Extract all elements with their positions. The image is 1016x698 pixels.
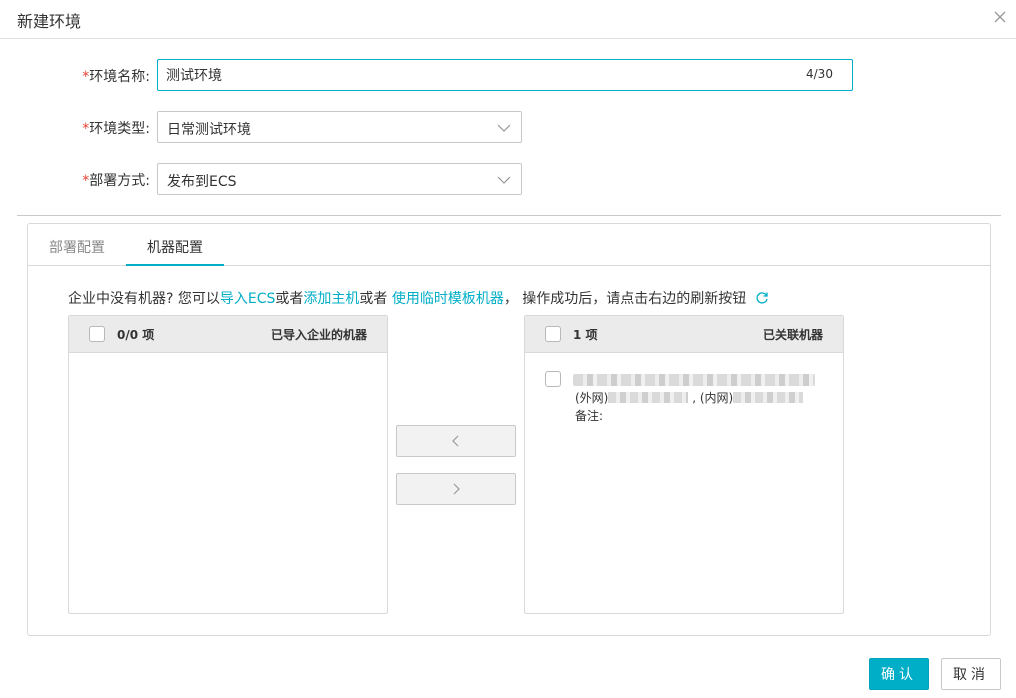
dialog-title: 新建环境 — [17, 12, 82, 31]
env-type-label-text: 环境类型: — [89, 121, 150, 137]
linked-count: 1 项 — [573, 328, 598, 342]
redacted-public-ip — [608, 392, 689, 403]
select-all-source-checkbox[interactable] — [89, 326, 105, 342]
env-type-label: *环境类型: — [0, 111, 150, 143]
hint-or: 或者 — [275, 291, 304, 307]
env-type-select[interactable]: 日常测试环境 — [157, 111, 522, 143]
ip-separator: , — [692, 391, 697, 405]
source-list-title: 已导入企业的机器 — [270, 328, 367, 342]
env-name-label-text: 环境名称: — [89, 69, 150, 85]
source-count: 0/0 项 — [117, 328, 155, 342]
source-machine-list: 0/0 项 已导入企业的机器 — [68, 315, 388, 614]
deploy-method-select[interactable]: 发布到ECS — [157, 163, 522, 195]
private-ip-label: (内网) — [699, 391, 734, 405]
linked-list-header: 1 项 已关联机器 — [525, 316, 843, 353]
refresh-icon[interactable] — [755, 291, 769, 305]
dialog-header: 新建环境 — [0, 0, 1016, 39]
hint-text: 企业中没有机器? 您可以 — [68, 291, 220, 307]
chevron-right-icon — [453, 483, 460, 495]
public-ip-label: (外网) — [575, 391, 609, 405]
redacted-private-ip — [733, 392, 804, 403]
deploy-method-value: 发布到ECS — [167, 174, 237, 190]
linked-machine-list: 1 项 已关联机器 (外网) , (内网) 备注: — [524, 315, 844, 614]
machine-hint: 企业中没有机器? 您可以导入ECS或者添加主机或者 使用临时模板机器， 操作成功… — [68, 288, 769, 308]
chevron-down-icon — [497, 176, 511, 184]
env-name-input[interactable] — [157, 59, 853, 91]
select-all-linked-checkbox[interactable] — [545, 326, 561, 342]
move-left-button[interactable] — [396, 425, 516, 457]
close-icon[interactable] — [992, 9, 1008, 25]
tab-deploy-config[interactable]: 部署配置 — [49, 237, 105, 257]
machine-note: 备注: — [575, 409, 604, 423]
active-tab-indicator — [126, 264, 224, 266]
tab-machine-config[interactable]: 机器配置 — [147, 237, 203, 257]
chevron-left-icon — [452, 435, 459, 447]
chevron-down-icon — [497, 124, 511, 132]
redacted-machine-name — [573, 374, 815, 386]
hint-or: 或者 — [359, 291, 392, 307]
deploy-method-label-text: 部署方式: — [89, 173, 150, 189]
import-ecs-link[interactable]: 导入ECS — [220, 291, 276, 307]
divider — [17, 215, 1001, 216]
use-template-machine-link[interactable]: 使用临时模板机器 — [392, 291, 504, 307]
machine-item-checkbox[interactable] — [545, 371, 561, 387]
machine-ip-line: (外网) , (内网) — [575, 389, 804, 406]
tab-bar: 部署配置 机器配置 — [28, 224, 990, 266]
cancel-button[interactable]: 取消 — [941, 658, 1001, 690]
hint-suffix: ， 操作成功后，请点击右边的刷新按钮 — [503, 291, 747, 307]
source-list-header: 0/0 项 已导入企业的机器 — [69, 316, 387, 353]
char-counter: 4/30 — [806, 67, 833, 81]
deploy-method-label: *部署方式: — [0, 163, 150, 195]
add-host-link[interactable]: 添加主机 — [303, 291, 359, 307]
confirm-button[interactable]: 确认 — [869, 658, 929, 690]
linked-list-title: 已关联机器 — [762, 328, 823, 342]
config-panel: 部署配置 机器配置 企业中没有机器? 您可以导入ECS或者添加主机或者 使用临时… — [27, 223, 991, 636]
env-name-label: *环境名称: — [0, 59, 150, 91]
env-type-value: 日常测试环境 — [167, 122, 251, 138]
move-right-button[interactable] — [396, 473, 516, 505]
